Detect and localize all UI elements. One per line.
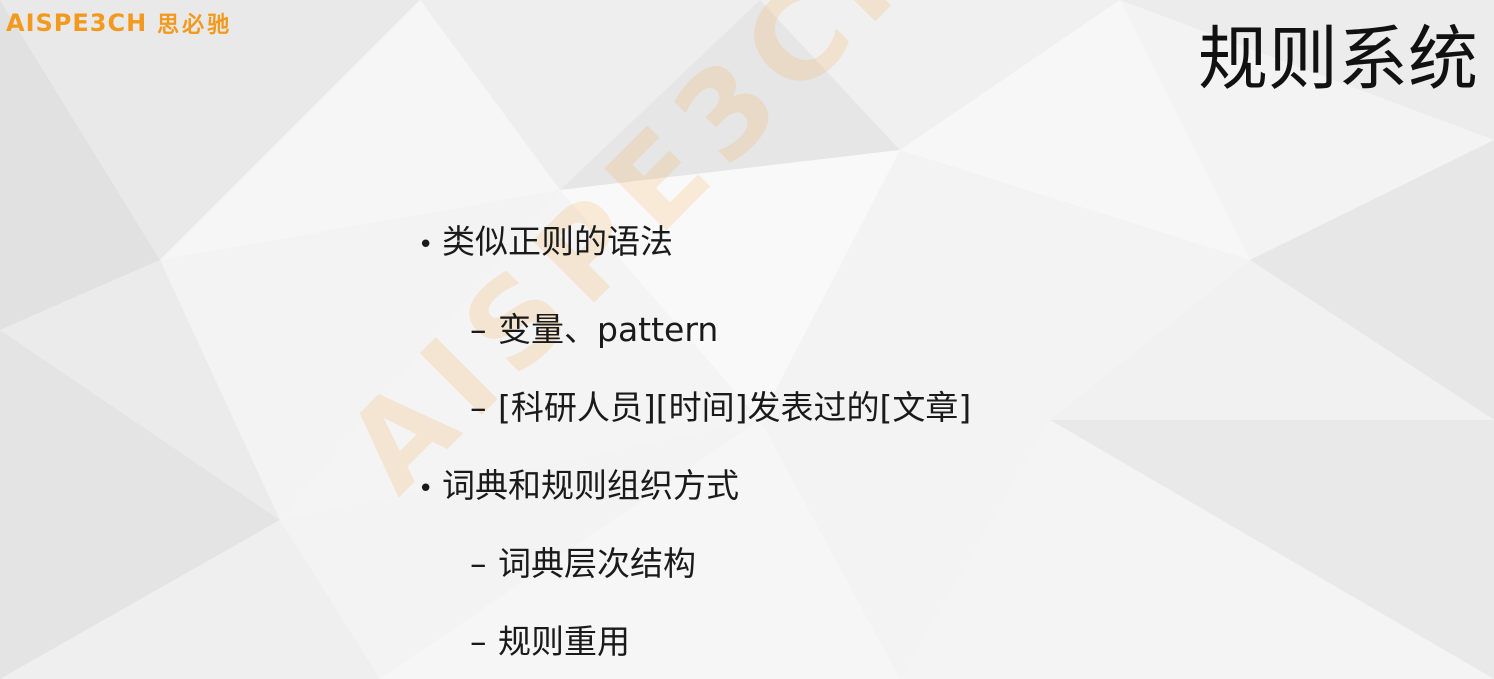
- slide-title: 规则系统: [1198, 18, 1478, 100]
- bullet-marker: •: [418, 474, 434, 504]
- dash-marker: –: [470, 388, 487, 427]
- dash-marker: –: [470, 622, 487, 661]
- sub-bullet-item: – [科研人员][时间]发表过的[文章]: [470, 388, 971, 428]
- sub-bullet-text: 变量、pattern: [498, 310, 719, 349]
- sub-bullet-text: [科研人员][时间]发表过的[文章]: [498, 388, 972, 427]
- sub-bullet-item: – 变量、pattern: [470, 310, 718, 350]
- logo-latin-text: AISPE3CH: [6, 9, 148, 37]
- dash-marker: –: [470, 310, 487, 349]
- slide: AISPE3CH 思必驰 AISPE3CH 思必驰 规则系统 •类似正则的语法 …: [0, 0, 1494, 679]
- sub-bullet-text: 规则重用: [498, 622, 630, 661]
- bullet-item: • 类似正则的语法: [418, 222, 673, 265]
- company-logo: AISPE3CH 思必驰: [6, 6, 232, 40]
- sub-bullet-item: – 词典层次结构: [470, 544, 696, 584]
- dash-marker: –: [470, 544, 487, 583]
- bullet-text: 词典和规则组织方式: [442, 466, 739, 505]
- sub-bullet-text: 词典层次结构: [498, 544, 696, 583]
- bullet-text: 类似正则的语法: [442, 222, 673, 261]
- bullet-marker: •: [418, 230, 434, 260]
- logo-chinese-text: 思必驰: [157, 13, 233, 38]
- bullet-item: • 词典和规则组织方式: [418, 466, 739, 509]
- sub-bullet-item: – 规则重用: [470, 622, 630, 662]
